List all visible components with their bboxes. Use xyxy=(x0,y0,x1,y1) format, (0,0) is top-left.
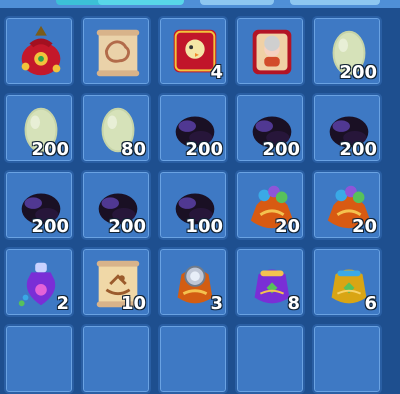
inventory-slot[interactable]: 10 xyxy=(81,247,151,317)
tab-3[interactable] xyxy=(200,0,274,5)
item-quantity: 100 xyxy=(185,216,223,237)
inventory-slot[interactable]: 6 xyxy=(312,247,382,317)
item-quantity: 10 xyxy=(120,293,146,314)
inventory-slot[interactable] xyxy=(4,324,74,394)
inventory-slot[interactable]: 80 xyxy=(81,93,151,163)
inventory-slot[interactable] xyxy=(312,324,382,394)
item-quantity: 2 xyxy=(56,293,69,314)
inventory-slot[interactable]: 200 xyxy=(4,93,74,163)
inventory-slot[interactable]: 200 xyxy=(4,170,74,240)
inventory-slot[interactable]: 200 xyxy=(312,93,382,163)
treasure-map-scroll-icon xyxy=(96,29,140,77)
item-quantity: 6 xyxy=(364,293,377,314)
tab-2[interactable] xyxy=(98,0,184,5)
inventory-slot[interactable]: 20 xyxy=(235,170,305,240)
inventory-slot[interactable]: 200 xyxy=(235,93,305,163)
item-quantity: 200 xyxy=(262,139,300,160)
inventory-slot[interactable] xyxy=(81,324,151,394)
inventory-slot[interactable] xyxy=(235,16,305,86)
inventory-slot[interactable] xyxy=(235,324,305,394)
item-quantity: 20 xyxy=(274,216,300,237)
inventory-slot[interactable] xyxy=(81,16,151,86)
inventory-slot[interactable]: 200 xyxy=(81,170,151,240)
inventory-slot[interactable]: 200 xyxy=(158,93,228,163)
item-quantity: 200 xyxy=(31,216,69,237)
inventory-grid: 4 200 200 80 200 200 200 200 200 100 20 … xyxy=(0,12,400,394)
inventory-slot[interactable]: 200 xyxy=(312,16,382,86)
tab-4[interactable] xyxy=(290,0,380,5)
inventory-slot[interactable]: 20 xyxy=(312,170,382,240)
inventory-slot[interactable]: 4 xyxy=(158,16,228,86)
item-quantity: 200 xyxy=(108,216,146,237)
inventory-slot[interactable]: 3 xyxy=(158,247,228,317)
item-quantity: 200 xyxy=(339,139,377,160)
item-quantity: 80 xyxy=(120,139,146,160)
item-quantity: 200 xyxy=(339,62,377,83)
item-quantity: 3 xyxy=(210,293,223,314)
red-gift-pouch-icon xyxy=(21,25,61,76)
item-quantity: 200 xyxy=(31,139,69,160)
inventory-slot[interactable]: 8 xyxy=(235,247,305,317)
character-portrait-card-icon xyxy=(252,29,292,75)
top-tab-strip xyxy=(0,0,400,8)
item-quantity: 8 xyxy=(287,293,300,314)
inventory-slot[interactable] xyxy=(158,324,228,394)
item-quantity: 4 xyxy=(210,62,223,83)
item-quantity: 200 xyxy=(185,139,223,160)
inventory-slot[interactable] xyxy=(4,16,74,86)
inventory-slot[interactable]: 2 xyxy=(4,247,74,317)
inventory-slot[interactable]: 100 xyxy=(158,170,228,240)
item-quantity: 20 xyxy=(351,216,377,237)
